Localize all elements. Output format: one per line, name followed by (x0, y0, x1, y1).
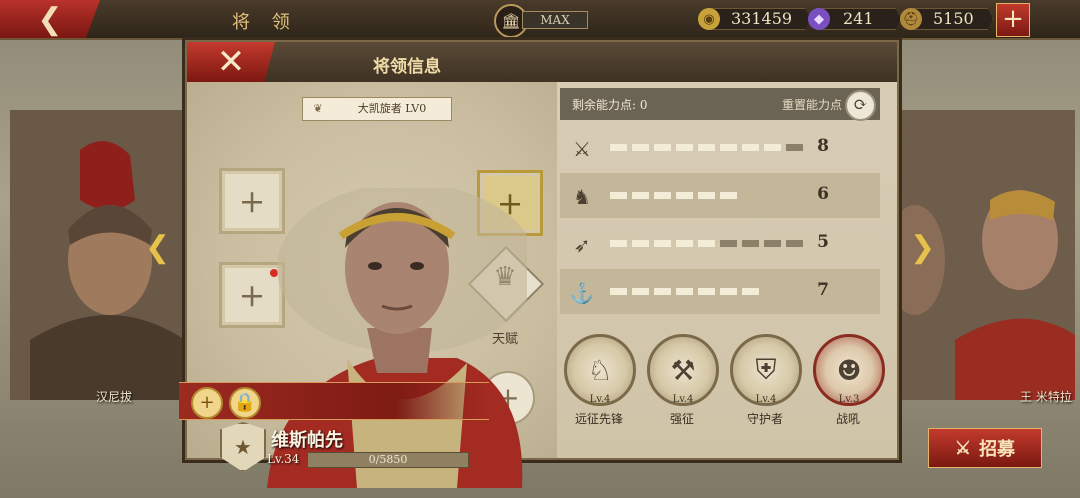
stat-segment (632, 240, 649, 247)
recruit-button[interactable]: ⚔ 招募 (928, 428, 1042, 468)
reset-points-label: 重置能力点 (782, 98, 843, 112)
stat-segment (786, 144, 803, 151)
skill-level: Lv.4 (672, 394, 694, 405)
skill-guardian[interactable]: ⛨ Lv.4 守护者 (730, 334, 802, 427)
stat-row: ⚓ 7 (560, 269, 880, 314)
stat-segment (698, 288, 715, 295)
add-resource-button[interactable]: + (996, 3, 1030, 37)
add-button[interactable]: + (191, 387, 223, 419)
skill-level: Lv.3 (838, 394, 860, 405)
stat-segment (764, 144, 781, 151)
recruit-label: 招募 (979, 439, 1016, 460)
stat-segment (632, 192, 649, 199)
horse-icon: ♞ (573, 185, 591, 209)
stat-value: 7 (817, 280, 829, 300)
triumph-badge-label: 大凯旋者 LV0 (357, 102, 427, 115)
stat-row: ♞ 6 (560, 173, 880, 218)
coin-resource[interactable]: ◉ 331459 (698, 7, 812, 31)
hero-action-strip: + 🔒 (179, 382, 489, 420)
arrow-left-icon: ❮ (37, 1, 63, 37)
skill-vanguard[interactable]: ♘ Lv.4 远征先锋 (564, 334, 636, 427)
next-hero-arrow[interactable]: ❯ (910, 230, 935, 266)
stat-row: ⚔ 8 (560, 125, 880, 170)
stat-segment (654, 240, 671, 247)
skill-warcry[interactable]: ☻ Lv.3 战吼 (813, 334, 885, 427)
stat-segment (676, 144, 693, 151)
stat-segment (654, 192, 671, 199)
stat-segment (610, 144, 627, 151)
stat-segment (742, 144, 759, 151)
stat-segment (632, 288, 649, 295)
cavalry-icon: ♘ Lv.4 (564, 334, 636, 406)
stat-row: ➶ 5 (560, 221, 880, 266)
skill-conscription[interactable]: ⚒ Lv.4 强征 (647, 334, 719, 427)
left-hero-name: 汉尼拔 (96, 390, 133, 404)
conscription-icon: ⚒ Lv.4 (647, 334, 719, 406)
stat-segment (742, 288, 759, 295)
skill-level: Lv.4 (589, 394, 611, 405)
stat-segment (654, 288, 671, 295)
stat-segment (698, 144, 715, 151)
shield-icon: ⛨ Lv.4 (730, 334, 802, 406)
stat-segment (676, 240, 693, 247)
xp-bar: 0/5850 (307, 452, 469, 468)
gem-icon: ◆ (808, 8, 830, 30)
stat-segment (720, 288, 737, 295)
sword-icon: ⚔ (573, 137, 591, 161)
skill-name: 远征先锋 (574, 412, 623, 426)
stat-segment (654, 144, 671, 151)
stat-segment (720, 240, 737, 247)
ability-points-bar: 剩余能力点: 0 重置能力点 ⟳ (560, 88, 880, 121)
coin-value: 331459 (706, 8, 812, 30)
stat-segment (610, 240, 627, 247)
stat-segment (720, 144, 737, 151)
stat-value: 6 (817, 184, 829, 204)
skill-level: Lv.4 (755, 394, 777, 405)
stat-segment (676, 192, 693, 199)
hero-display-area: ❦ 大凯旋者 LV0 + + + ♛ 天赋 + (179, 82, 557, 488)
bow-icon: ➶ (573, 233, 591, 257)
hero-level: Lv.34 (267, 452, 300, 466)
gem-resource[interactable]: ◆ 241 (808, 7, 901, 31)
lock-icon[interactable]: 🔒 (229, 387, 261, 419)
stat-value: 5 (817, 232, 829, 252)
anchor-icon: ⚓ (569, 281, 595, 305)
stat-value: 8 (817, 136, 829, 156)
right-hero-name: 王 米特拉 (1020, 390, 1072, 404)
stat-segment (698, 240, 715, 247)
page-title: 将 领 (232, 12, 298, 33)
triumph-badge[interactable]: ❦ 大凯旋者 LV0 (302, 97, 452, 121)
back-button[interactable]: ❮ (0, 0, 100, 38)
reset-icon[interactable]: ⟳ (845, 90, 876, 121)
stat-segment (720, 192, 737, 199)
hero-name: 维斯帕先 (271, 430, 343, 451)
hero-info-panel: 将领信息 ✕ ❦ 大凯旋者 LV0 + + + ♛ 天赋 + (179, 40, 899, 488)
stat-segment (742, 240, 759, 247)
remaining-points: 剩余能力点: 0 (572, 98, 648, 112)
warcry-icon: ☻ Lv.3 (813, 334, 885, 406)
skill-name: 战吼 (835, 412, 860, 426)
helmet-icon: ⛑ (900, 8, 922, 30)
stat-segment (610, 192, 627, 199)
laurel-icon: ❦ (313, 102, 323, 115)
stat-segment (676, 288, 693, 295)
skill-name: 守护者 (746, 412, 783, 426)
stat-segment (786, 240, 803, 247)
stat-segment (698, 192, 715, 199)
max-level-bar: MAX (522, 11, 588, 29)
prev-hero-arrow[interactable]: ❮ (145, 230, 170, 266)
stat-segment (610, 288, 627, 295)
helmet-resource[interactable]: ⛑ 5150 (900, 7, 993, 31)
stat-segment (632, 144, 649, 151)
stat-segment (764, 240, 781, 247)
skill-name: 强征 (669, 412, 694, 426)
recruit-icon: ⚔ (954, 437, 972, 459)
coin-icon: ◉ (698, 8, 720, 30)
close-button[interactable]: ✕ (187, 42, 275, 82)
